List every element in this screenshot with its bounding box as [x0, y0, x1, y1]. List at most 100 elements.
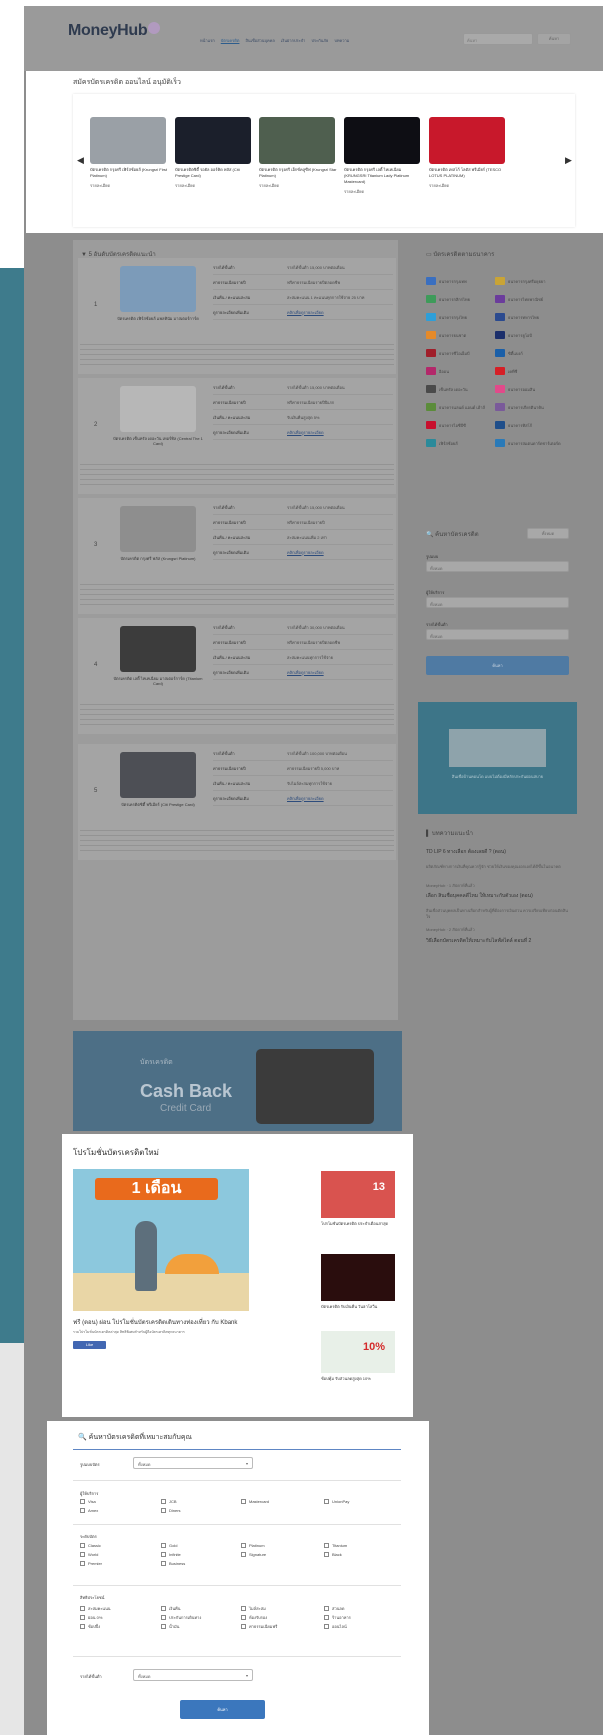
bank-link[interactable]: ธนาคารสแตนดาร์ดชาร์เตอร์ด	[495, 439, 561, 447]
nav-item[interactable]: หน้าแรก	[200, 37, 215, 44]
carousel-card-item[interactable]: บัตรเครดิตซิตี้ รอยัล ออร์คิด พลัส (Citi…	[175, 117, 253, 189]
checkbox-box[interactable]	[241, 1606, 246, 1611]
filter-checkbox[interactable]: ออนไลน์	[324, 1623, 347, 1630]
checkbox-box[interactable]	[161, 1543, 166, 1548]
checkbox-box[interactable]	[241, 1499, 246, 1504]
sidebar-all-button[interactable]: ทั้งหมด	[527, 528, 569, 539]
promotion-thumbnail[interactable]: บัตรเครดิต รับเงินคืน วันฮาโลวีน	[321, 1254, 395, 1309]
bank-link[interactable]: ธนาคารไอซีบีซี	[426, 421, 492, 429]
bank-link[interactable]: ธนาคารซีไอเอ็มบี	[426, 349, 492, 357]
carousel-card-name[interactable]: บัตรเครดิตซิตี้ รอยัล ออร์คิด พลัส (Citi…	[175, 167, 253, 179]
filter-checkbox[interactable]: Titanium	[324, 1543, 347, 1548]
promotion-thumbnail[interactable]: 13 โปรโมชั่นบัตรเครดิต ประจำเดือนล่าสุด	[321, 1171, 395, 1226]
card-type-select[interactable]: ทั้งหมด	[133, 1457, 253, 1469]
bank-link[interactable]: ธนาคารแลนด์ แอนด์ เฮ้าส์	[426, 403, 492, 411]
filter-checkbox[interactable]: Infinite	[161, 1552, 181, 1557]
nav-item[interactable]: ประกันภัย	[311, 37, 328, 44]
ranking-card-image[interactable]	[120, 752, 196, 798]
ranking-card-image[interactable]	[120, 266, 196, 312]
carousel-card-detail-link[interactable]: รายละเอียด	[175, 182, 253, 189]
nav-item[interactable]: สินเชื่อส่วนบุคคล	[245, 37, 274, 44]
ranking-card-name[interactable]: บัตรเครดิต เฟิร์สช้อยส์ แพลทินัม มาสเตอร…	[110, 316, 206, 321]
checkbox-box[interactable]	[80, 1499, 85, 1504]
carousel-card-detail-link[interactable]: รายละเอียด	[429, 182, 507, 189]
nav-item[interactable]: เงินฝากประจำ	[281, 37, 306, 44]
filter-checkbox[interactable]: UnionPay	[324, 1499, 349, 1504]
filter-checkbox[interactable]: Gold	[161, 1543, 177, 1548]
filter-checkbox[interactable]: ห้องรับรอง	[241, 1614, 267, 1621]
sidebar-field-select[interactable]: ทั้งหมด	[426, 629, 569, 640]
bank-link[interactable]: ธนาคารทิสโก้	[495, 421, 561, 429]
filter-checkbox[interactable]: Amex	[80, 1508, 98, 1513]
checkbox-box[interactable]	[324, 1499, 329, 1504]
sidebar-field-select[interactable]: ทั้งหมด	[426, 561, 569, 572]
filter-checkbox[interactable]: Mastercard	[241, 1499, 269, 1504]
spec-detail-link[interactable]: คลิกเพื่อดูรายละเอียด	[287, 669, 393, 676]
news-article-title[interactable]: เลือก สินเชื่อบุคคลดีไหม ให้เหมาะกับตัวเ…	[426, 893, 576, 900]
filter-checkbox[interactable]: ค่าธรรมเนียมฟรี	[241, 1623, 277, 1630]
filter-checkbox[interactable]: เงินคืน	[161, 1605, 180, 1612]
checkbox-box[interactable]	[80, 1624, 85, 1629]
checkbox-box[interactable]	[80, 1543, 85, 1548]
checkbox-box[interactable]	[161, 1561, 166, 1566]
filter-checkbox[interactable]: JCB	[161, 1499, 177, 1504]
checkbox-box[interactable]	[161, 1615, 166, 1620]
carousel-card-name[interactable]: บัตรเครดิต กรุงศรี เอ็กซ์คลูซีฟ (Krungsr…	[259, 167, 337, 179]
filter-checkbox[interactable]: Visa	[80, 1499, 96, 1504]
filter-checkbox[interactable]: สะสมคะแนน	[80, 1605, 111, 1612]
checkbox-box[interactable]	[80, 1508, 85, 1513]
bank-link[interactable]: อิออน	[426, 367, 492, 375]
checkbox-box[interactable]	[80, 1561, 85, 1566]
filter-checkbox[interactable]: Premier	[80, 1561, 102, 1566]
carousel-card-name[interactable]: บัตรเครดิต เทสโก้ โลตัส พรีเมียร์ (TESCO…	[429, 167, 507, 179]
carousel-next-icon[interactable]: ▶	[565, 155, 572, 166]
filter-checkbox[interactable]: Signature	[241, 1552, 266, 1557]
bank-link[interactable]: ซิตี้แบงก์	[495, 349, 561, 357]
filter-checkbox[interactable]: ส่วนลด	[324, 1605, 344, 1612]
bank-link[interactable]: ธนาคารธนชาต	[426, 331, 492, 339]
ranking-card-name[interactable]: บัตรเครดิต เลดี้ ไทเทเนียม มาสเตอร์การ์ด…	[110, 676, 206, 686]
filter-checkbox[interactable]: Diners	[161, 1508, 181, 1513]
carousel-card-detail-link[interactable]: รายละเอียด	[259, 182, 337, 189]
carousel-prev-icon[interactable]: ◀	[77, 155, 84, 166]
checkbox-box[interactable]	[241, 1552, 246, 1557]
filter-checkbox[interactable]: ช้อปปิ้ง	[80, 1623, 100, 1630]
filter-checkbox[interactable]: น้ำมัน	[161, 1623, 179, 1630]
nav-item[interactable]: บทความ	[334, 37, 349, 44]
spec-detail-link[interactable]: คลิกเพื่อดูรายละเอียด	[287, 429, 393, 436]
sidebar-field-select[interactable]: ทั้งหมด	[426, 597, 569, 608]
ranking-card-name[interactable]: บัตรเครดิต เซ็นทรัล เดอะวัน เทอร์ทิล (Ce…	[110, 436, 206, 446]
bank-link[interactable]: เฟิร์สช้อยส์	[426, 439, 492, 447]
ranking-card-name[interactable]: บัตรเครดิต กรุงศรี พลัส (Krungsri Platin…	[110, 556, 206, 561]
advanced-search-button[interactable]: ค้นหา	[180, 1700, 265, 1719]
bank-link[interactable]: ธนาคารทหารไทย	[495, 313, 561, 321]
checkbox-box[interactable]	[80, 1615, 85, 1620]
facebook-like-button[interactable]: Like	[73, 1341, 106, 1349]
bank-link[interactable]: เคทีซี	[495, 367, 561, 375]
checkbox-box[interactable]	[241, 1624, 246, 1629]
ranking-card-image[interactable]	[120, 386, 196, 432]
bank-link[interactable]: ธนาคารไทยพาณิชย์	[495, 295, 561, 303]
spec-detail-link[interactable]: คลิกเพื่อดูรายละเอียด	[287, 309, 393, 316]
filter-checkbox[interactable]: ประกันการเดินทาง	[161, 1614, 201, 1621]
filter-checkbox[interactable]: World	[80, 1552, 98, 1557]
carousel-card-item[interactable]: บัตรเครดิต เทสโก้ โลตัส พรีเมียร์ (TESCO…	[429, 117, 507, 189]
checkbox-box[interactable]	[324, 1615, 329, 1620]
carousel-card-item[interactable]: บัตรเครดิต กรุงศรี เลดี้ ไทเทเนียม (KRUN…	[344, 117, 422, 195]
carousel-card-item[interactable]: บัตรเครดิต กรุงศรี เฟิร์สช้อยส์ (Krungsr…	[90, 117, 168, 189]
spec-detail-link[interactable]: คลิกเพื่อดูรายละเอียด	[287, 795, 393, 802]
filter-checkbox[interactable]: Business	[161, 1561, 185, 1566]
checkbox-box[interactable]	[324, 1552, 329, 1557]
bank-link[interactable]: ธนาคารกรุงเทพ	[426, 277, 492, 285]
checkbox-box[interactable]	[324, 1624, 329, 1629]
carousel-card-item[interactable]: บัตรเครดิต กรุงศรี เอ็กซ์คลูซีฟ (Krungsr…	[259, 117, 337, 189]
promotion-thumbnail[interactable]: 10% ช้อปคุ้ม รับส่วนลดสูงสุด 10%	[321, 1331, 395, 1381]
ranking-card-image[interactable]	[120, 626, 196, 672]
bank-link[interactable]: เซ็นทรัล เดอะวัน	[426, 385, 492, 393]
news-article-title[interactable]: TD LIP 6 ทางเลือก ต้องเลยดี ? (ตอน)	[426, 849, 576, 856]
checkbox-box[interactable]	[80, 1606, 85, 1611]
sidebar-search-button[interactable]: ค้นหา	[426, 656, 569, 675]
income-select[interactable]: ทั้งหมด	[133, 1669, 253, 1681]
filter-checkbox[interactable]: ร้านอาหาร	[324, 1614, 351, 1621]
ranking-card-image[interactable]	[120, 506, 196, 552]
